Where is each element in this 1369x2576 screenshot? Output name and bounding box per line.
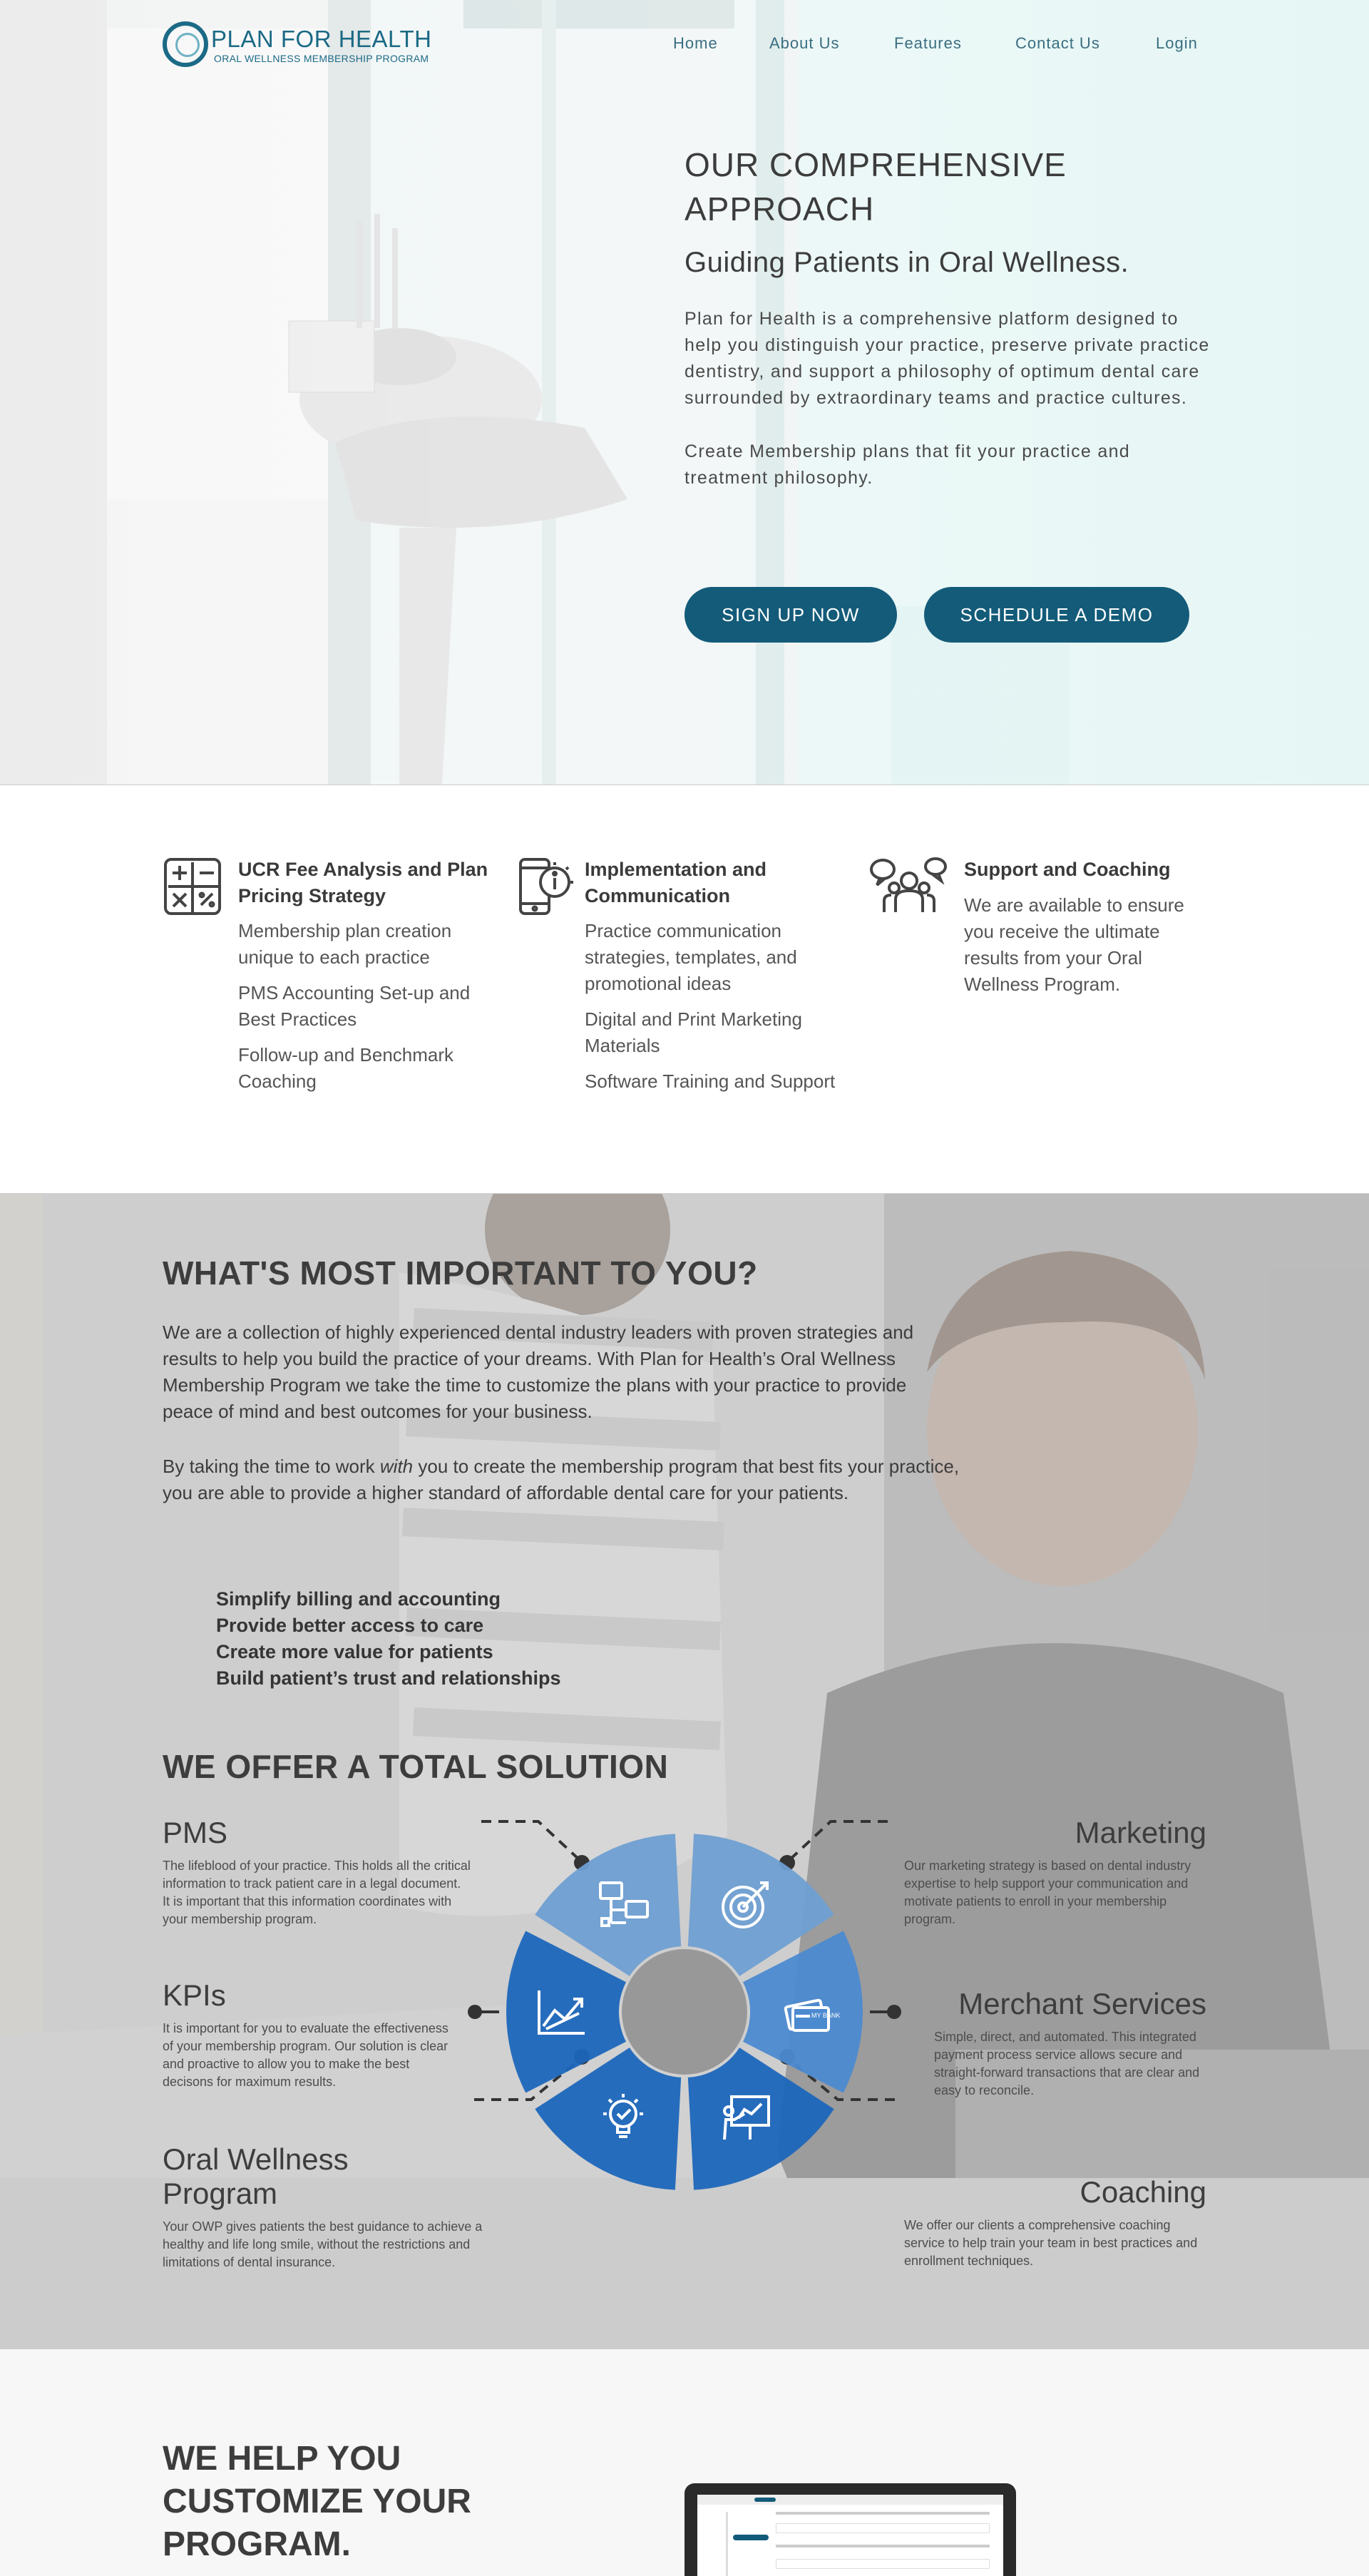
- svg-text:MY BANK: MY BANK: [811, 2012, 840, 2019]
- solution-merchant-services: Merchant Services Simple, direct, and au…: [934, 1987, 1206, 2100]
- solution-coaching: Coaching We offer our clients a comprehe…: [904, 2175, 1206, 2270]
- important-title: WHAT'S MOST IMPORTANT TO YOU?: [163, 1254, 758, 1292]
- solution-item-text: Our marketing strategy is based on denta…: [904, 1859, 1191, 1926]
- calculator-icon: [164, 858, 221, 915]
- solution-item-text: The lifeblood of your practice. This hol…: [163, 1859, 471, 1926]
- benefit-item: Build patient’s trust and relationships: [216, 1667, 561, 1689]
- feature-item: Practice communication strategies, templ…: [585, 920, 797, 994]
- features-section: UCR Fee Analysis and Plan Pricing Strate…: [0, 784, 1369, 1194]
- feature-title: Support and Coaching: [964, 859, 1171, 880]
- feature-item: Software Training and Support: [585, 1070, 836, 1092]
- plan-for-health-logo[interactable]: PLAN FOR HEALTH ORAL WELLNESS MEMBERSHIP…: [163, 20, 448, 70]
- solution-item-text: We offer our clients a comprehensive coa…: [904, 2218, 1198, 2268]
- benefit-item: Create more value for patients: [216, 1641, 493, 1662]
- nav-about-us[interactable]: About Us: [769, 34, 840, 53]
- customize-title: WE HELP YOU CUSTOMIZE YOUR PROGRAM.: [163, 2440, 471, 2563]
- feature-item: Membership plan creation unique to each …: [238, 920, 452, 968]
- solution-marketing: Marketing Our marketing strategy is base…: [904, 1816, 1206, 1928]
- solution-item-text: Your OWP gives patients the best guidanc…: [163, 2219, 483, 2269]
- solution-wheel-diagram: MY BANK: [468, 1820, 901, 2190]
- feature-item: We are available to ensure you receive t…: [964, 894, 1184, 995]
- schedule-demo-button[interactable]: SCHEDULE A DEMO: [924, 587, 1189, 643]
- hero-subtitle: Guiding Patients in Oral Wellness.: [684, 247, 1129, 278]
- feature-title: Implementation and Communication: [585, 859, 767, 906]
- solution-item-title: PMS: [163, 1816, 228, 1849]
- solution-item-text: It is important for you to evaluate the …: [163, 2021, 448, 2089]
- nav-login[interactable]: Login: [1156, 34, 1198, 53]
- phone-info-icon: [519, 858, 573, 915]
- solution-item-text: Simple, direct, and automated. This inte…: [934, 2030, 1200, 2097]
- hero-title: OUR COMPREHENSIVE APPROACH: [684, 146, 1067, 228]
- solution-title: WE OFFER A TOTAL SOLUTION: [163, 1748, 669, 1785]
- solution-kpis: KPIs It is important for you to evaluate…: [163, 1978, 462, 2091]
- logo-tagline: ORAL WELLNESS MEMBERSHIP PROGRAM: [214, 53, 429, 64]
- nav-features[interactable]: Features: [894, 34, 962, 53]
- solution-item-title: Coaching: [1080, 2175, 1206, 2209]
- nav-contact-us[interactable]: Contact Us: [1015, 34, 1100, 53]
- sign-up-now-button[interactable]: SIGN UP NOW: [684, 587, 897, 643]
- feature-title: UCR Fee Analysis and Plan Pricing Strate…: [238, 859, 488, 906]
- laptop-screenshot-image: [684, 2483, 1016, 2576]
- solution-oral-wellness: Oral Wellness Program Your OWP gives pat…: [163, 2142, 483, 2271]
- hero-section: PLAN FOR HEALTH ORAL WELLNESS MEMBERSHIP…: [0, 0, 1369, 784]
- customize-section: WE HELP YOU CUSTOMIZE YOUR PROGRAM.: [0, 2349, 1369, 2576]
- important-section: WHAT'S MOST IMPORTANT TO YOU? We are a c…: [0, 1194, 1369, 2349]
- hero-content: OUR COMPREHENSIVE APPROACH Guiding Patie…: [684, 143, 1212, 491]
- feature-item: PMS Accounting Set-up and Best Practices: [238, 982, 471, 1030]
- important-paragraph-1: We are a collection of highly experience…: [163, 1322, 914, 1422]
- important-paragraph-2: By taking the time to work with you to c…: [163, 1456, 960, 1503]
- benefit-item: Provide better access to care: [216, 1615, 484, 1636]
- benefit-item: Simplify billing and accounting: [216, 1588, 501, 1610]
- logo-ring-icon: [163, 21, 208, 67]
- nav-home[interactable]: Home: [673, 34, 718, 53]
- feature-item: Follow-up and Benchmark Coaching: [238, 1044, 454, 1092]
- solution-pms: PMS The lifeblood of your practice. This…: [163, 1816, 476, 1928]
- solution-item-title: KPIs: [163, 1978, 226, 2012]
- solution-item-title: Merchant Services: [958, 1987, 1206, 2020]
- logo-name: PLAN FOR HEALTH: [211, 26, 432, 52]
- hero-description: Plan for Health is a comprehensive platf…: [684, 309, 1210, 408]
- benefits-list: Simplify billing and accounting Provide …: [216, 1586, 561, 1692]
- hero-description-2: Create Membership plans that fit your pr…: [684, 441, 1130, 488]
- feature-item: Digital and Print Marketing Materials: [585, 1008, 802, 1056]
- solution-item-title: Oral Wellness Program: [163, 2142, 349, 2210]
- top-navigation: PLAN FOR HEALTH ORAL WELLNESS MEMBERSHIP…: [0, 0, 1369, 93]
- people-chat-icon: [870, 857, 947, 912]
- solution-item-title: Marketing: [1075, 1816, 1206, 1849]
